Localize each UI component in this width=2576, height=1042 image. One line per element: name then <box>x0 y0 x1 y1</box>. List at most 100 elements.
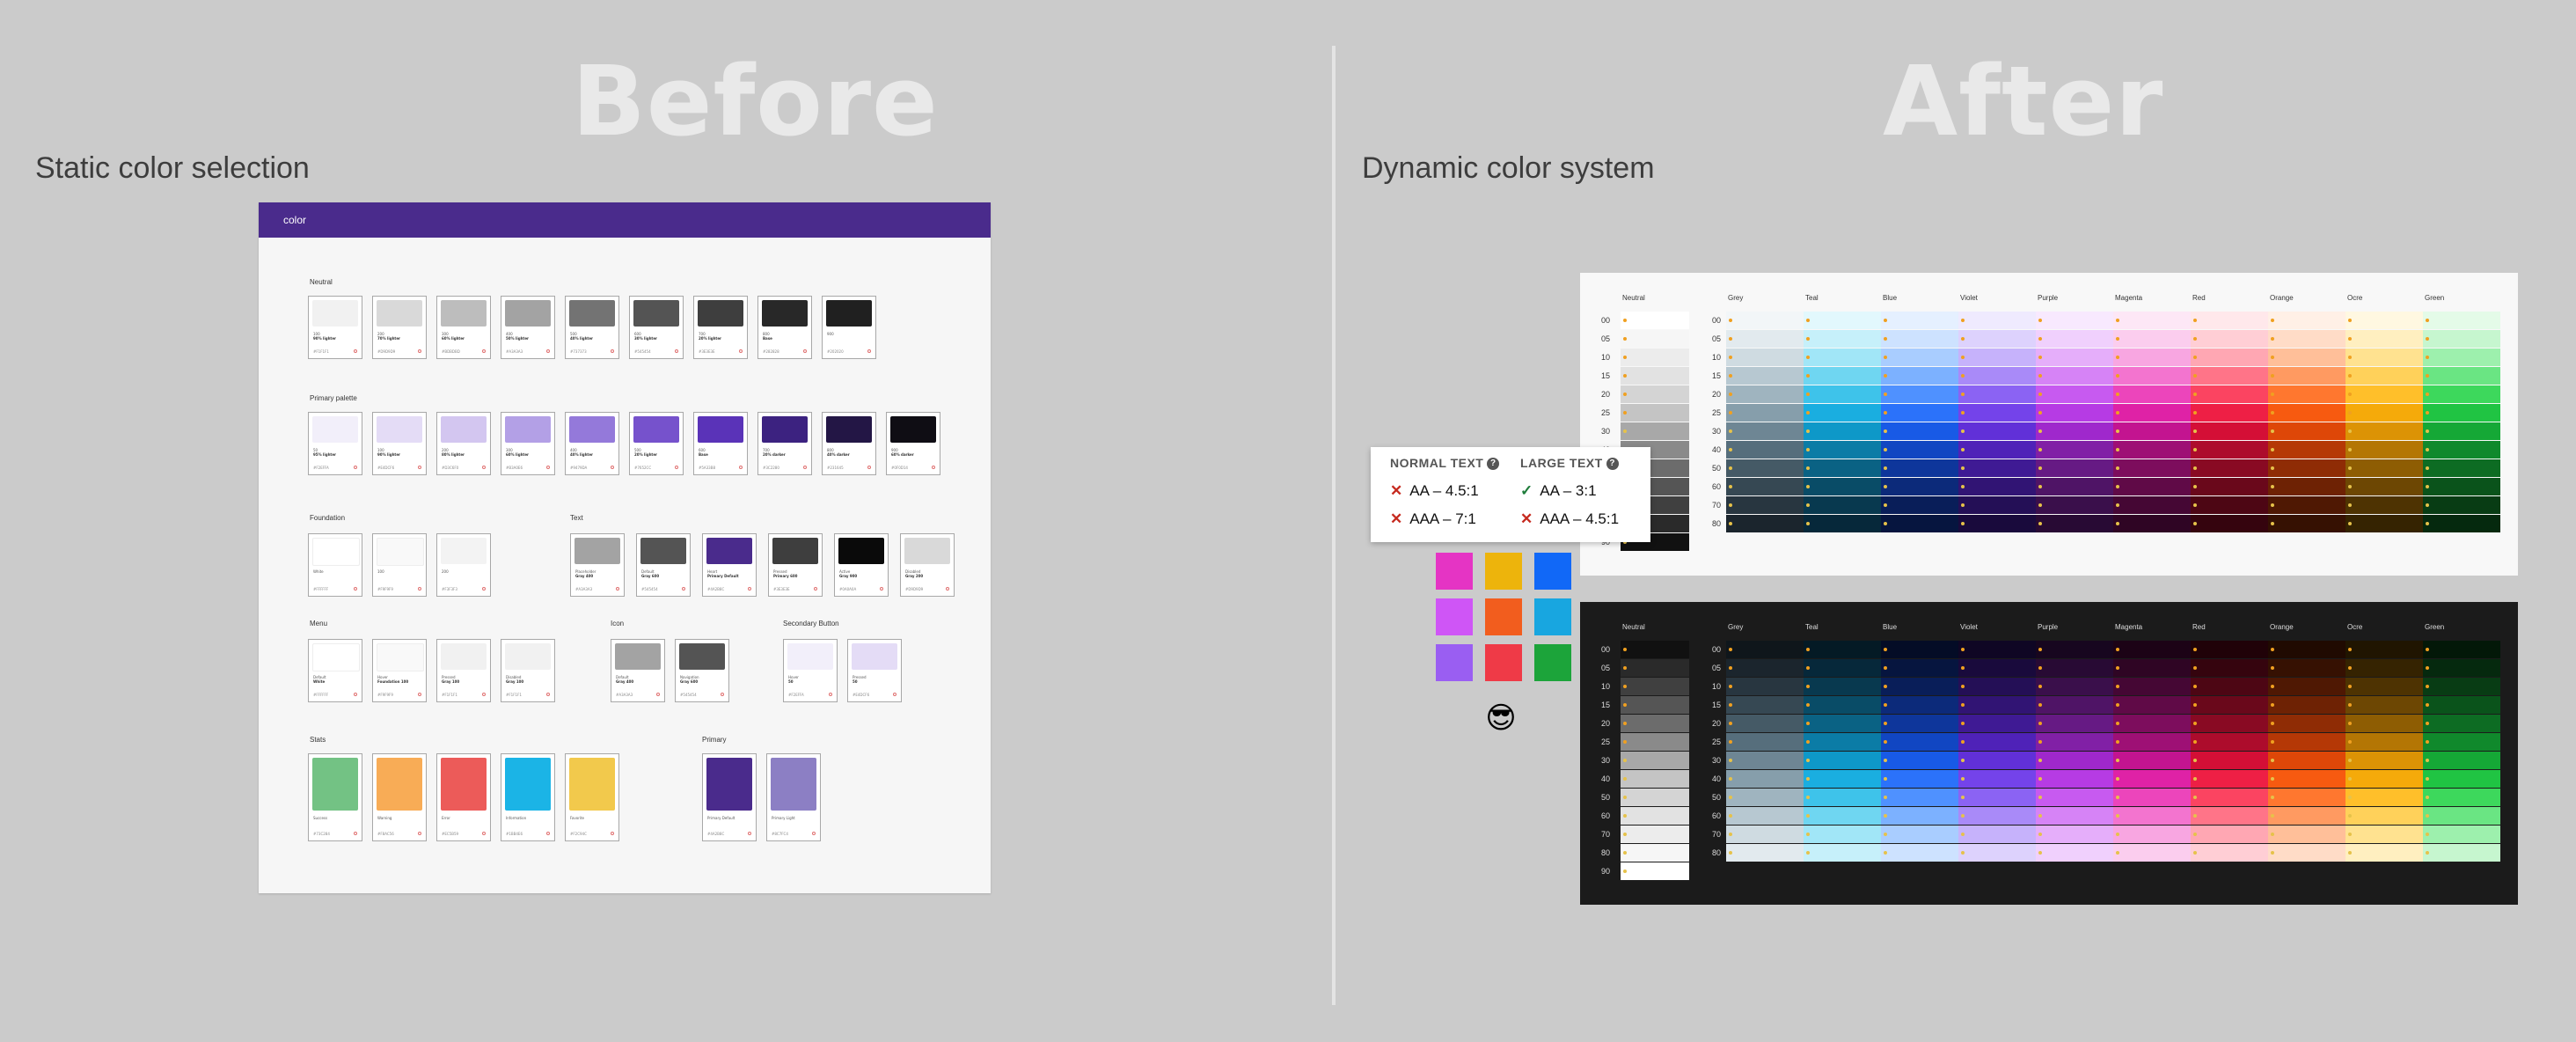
color-cell[interactable] <box>2036 696 2113 714</box>
color-cell[interactable] <box>2423 422 2500 440</box>
copy-icon[interactable] <box>739 349 743 353</box>
swatch-card[interactable]: Error #EC5B59 <box>436 753 491 841</box>
copy-icon[interactable] <box>675 349 678 353</box>
color-cell[interactable] <box>2423 733 2500 751</box>
color-cell[interactable] <box>1881 659 1958 677</box>
swatch-card[interactable]: 900 #202020 <box>822 296 876 359</box>
color-cell[interactable] <box>1621 678 1689 695</box>
color-cell[interactable] <box>2191 641 2268 658</box>
color-cell[interactable] <box>1881 678 1958 695</box>
color-cell[interactable] <box>1881 696 1958 714</box>
color-cell[interactable] <box>2268 312 2345 329</box>
color-cell[interactable] <box>2036 349 2113 366</box>
copy-icon[interactable] <box>546 832 550 835</box>
swatch-card[interactable]: Hover 50 #F2EFFA <box>783 639 838 702</box>
copy-icon[interactable] <box>482 832 486 835</box>
color-cell[interactable] <box>1804 733 1881 751</box>
copy-icon[interactable] <box>354 693 357 696</box>
color-cell[interactable] <box>2191 733 2268 751</box>
copy-icon[interactable] <box>418 832 421 835</box>
swatch-card[interactable]: Favorite #F2C94C <box>565 753 619 841</box>
color-cell[interactable] <box>1621 770 1689 788</box>
copy-icon[interactable] <box>482 349 486 353</box>
color-cell[interactable] <box>1881 844 1958 862</box>
color-cell[interactable] <box>2423 496 2500 514</box>
color-cell[interactable] <box>2113 789 2191 806</box>
color-cell[interactable] <box>1726 478 1804 495</box>
color-cell[interactable] <box>1726 696 1804 714</box>
color-cell[interactable] <box>1621 422 1689 440</box>
color-cell[interactable] <box>1726 770 1804 788</box>
color-cell[interactable] <box>1958 330 2036 348</box>
color-cell[interactable] <box>1881 330 1958 348</box>
color-cell[interactable] <box>1621 404 1689 422</box>
color-cell[interactable] <box>1881 641 1958 658</box>
color-cell[interactable] <box>1621 312 1689 329</box>
color-cell[interactable] <box>1726 789 1804 806</box>
color-cell[interactable] <box>2113 641 2191 658</box>
color-cell[interactable] <box>2345 478 2423 495</box>
color-cell[interactable] <box>2345 696 2423 714</box>
swatch-card[interactable]: 900 60% darker #0F0D14 <box>886 412 940 475</box>
color-cell[interactable] <box>2345 385 2423 403</box>
color-cell[interactable] <box>2345 367 2423 385</box>
swatch-card[interactable]: 800 40% darker #231645 <box>822 412 876 475</box>
color-cell[interactable] <box>2268 515 2345 532</box>
color-cell[interactable] <box>1881 478 1958 495</box>
color-cell[interactable] <box>1804 441 1881 459</box>
color-cell[interactable] <box>1621 367 1689 385</box>
copy-icon[interactable] <box>482 466 486 469</box>
color-cell[interactable] <box>1958 441 2036 459</box>
color-cell[interactable] <box>1958 515 2036 532</box>
color-cell[interactable] <box>2036 659 2113 677</box>
color-cell[interactable] <box>2345 807 2423 825</box>
copy-icon[interactable] <box>354 587 357 591</box>
color-cell[interactable] <box>2423 385 2500 403</box>
color-cell[interactable] <box>2113 515 2191 532</box>
color-cell[interactable] <box>1958 385 2036 403</box>
color-cell[interactable] <box>1958 641 2036 658</box>
copy-icon[interactable] <box>867 466 871 469</box>
color-cell[interactable] <box>2423 641 2500 658</box>
swatch-card[interactable]: 600 30% lighter #545454 <box>629 296 684 359</box>
color-cell[interactable] <box>1621 659 1689 677</box>
swatch-card[interactable]: Warning #F8AC56 <box>372 753 427 841</box>
color-cell[interactable] <box>1881 422 1958 440</box>
color-cell[interactable] <box>1726 459 1804 477</box>
color-cell[interactable] <box>1958 312 2036 329</box>
swatch-card[interactable]: Primary Light #8C7FC4 <box>766 753 821 841</box>
color-cell[interactable] <box>2113 770 2191 788</box>
color-cell[interactable] <box>2268 641 2345 658</box>
copy-icon[interactable] <box>354 349 357 353</box>
color-cell[interactable] <box>2113 696 2191 714</box>
swatch-card[interactable]: Hover Foundation 100 #F9F9F9 <box>372 639 427 702</box>
color-cell[interactable] <box>1726 349 1804 366</box>
color-cell[interactable] <box>2036 715 2113 732</box>
color-cell[interactable] <box>1804 807 1881 825</box>
copy-icon[interactable] <box>675 466 678 469</box>
color-square[interactable] <box>1485 644 1522 681</box>
color-cell[interactable] <box>1621 641 1689 658</box>
color-square[interactable] <box>1534 553 1571 590</box>
swatch-card[interactable]: Default White #FFFFFF <box>308 639 362 702</box>
color-cell[interactable] <box>2191 312 2268 329</box>
color-cell[interactable] <box>2345 844 2423 862</box>
color-cell[interactable] <box>2036 312 2113 329</box>
color-cell[interactable] <box>1804 826 1881 843</box>
copy-icon[interactable] <box>611 349 614 353</box>
color-cell[interactable] <box>2268 752 2345 769</box>
color-cell[interactable] <box>1726 404 1804 422</box>
swatch-card[interactable]: 300 60% lighter #B3A0E6 <box>501 412 555 475</box>
color-cell[interactable] <box>1804 330 1881 348</box>
color-cell[interactable] <box>1726 826 1804 843</box>
color-cell[interactable] <box>2113 422 2191 440</box>
color-cell[interactable] <box>1726 441 1804 459</box>
color-cell[interactable] <box>2268 807 2345 825</box>
color-cell[interactable] <box>2423 696 2500 714</box>
swatch-card[interactable]: 300 60% lighter #BDBDBD <box>436 296 491 359</box>
copy-icon[interactable] <box>682 587 685 591</box>
color-cell[interactable] <box>1958 696 2036 714</box>
color-cell[interactable] <box>1804 312 1881 329</box>
copy-icon[interactable] <box>721 693 724 696</box>
color-cell[interactable] <box>2036 733 2113 751</box>
